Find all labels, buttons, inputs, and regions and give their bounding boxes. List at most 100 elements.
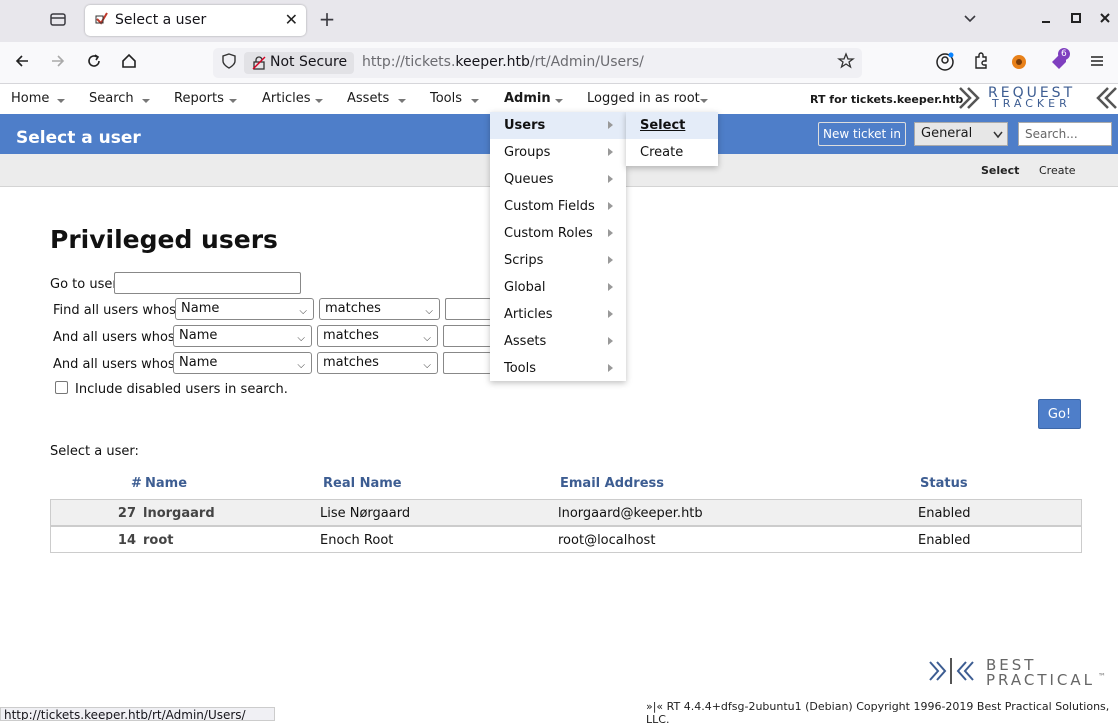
criteria-op-select-2[interactable]: matches ⌵	[317, 325, 438, 347]
menu-item-label: Custom Roles	[504, 226, 593, 241]
subnav-create[interactable]: Create	[1039, 164, 1076, 177]
col-header-id[interactable]: #	[131, 476, 142, 491]
criteria-field-select-1[interactable]: Name ⌵	[175, 298, 314, 320]
back-icon[interactable]	[11, 52, 33, 74]
user-status: Enabled	[918, 533, 971, 548]
url-text[interactable]: http://tickets.keeper.htb/rt/Admin/Users…	[362, 54, 644, 70]
quick-search-input[interactable]: Search...	[1018, 122, 1112, 146]
shield-icon[interactable]	[218, 52, 240, 74]
hamburger-menu-icon[interactable]	[1086, 52, 1108, 74]
extension-tag-icon[interactable]: 6	[1048, 48, 1070, 74]
users-submenu-create[interactable]: Create	[626, 139, 718, 166]
admin-menu-assets[interactable]: Assets	[490, 328, 626, 355]
criteria-op-select-1[interactable]: matches ⌵	[319, 298, 440, 320]
user-id[interactable]: 14	[96, 533, 136, 548]
admin-menu-custom-roles[interactable]: Custom Roles	[490, 220, 626, 247]
chevron-down-icon: ⌵	[425, 306, 433, 317]
admin-menu-groups[interactable]: Groups	[490, 139, 626, 166]
admin-menu-articles[interactable]: Articles	[490, 301, 626, 328]
go-to-user-label: Go to user	[50, 277, 118, 292]
admin-menu-custom-fields[interactable]: Custom Fields	[490, 193, 626, 220]
rt-favicon-icon	[95, 12, 108, 25]
nav-articles[interactable]: Articles	[262, 91, 310, 106]
criteria-value-input-1[interactable]	[445, 298, 491, 320]
bookmark-star-icon[interactable]	[835, 52, 857, 74]
logo-tracker: TRACKER	[992, 97, 1071, 110]
select-value: matches	[323, 355, 379, 370]
criteria-value-input-3[interactable]	[443, 352, 491, 374]
subnav-select[interactable]: Select	[981, 164, 1019, 177]
browser-tab-bar: Select a user ✕ +	[0, 0, 1118, 42]
nav-assets[interactable]: Assets	[347, 91, 389, 106]
tab-overview-icon[interactable]	[47, 10, 69, 32]
users-submenu-select[interactable]: Select	[626, 112, 718, 139]
admin-menu-global[interactable]: Global	[490, 274, 626, 301]
forward-icon[interactable]	[47, 52, 69, 74]
user-name-link[interactable]: root	[143, 533, 174, 548]
window-maximize-icon[interactable]	[1065, 10, 1087, 32]
broken-lock-icon	[252, 56, 266, 70]
page-title: Privileged users	[50, 225, 278, 254]
select-value: Name	[179, 328, 218, 343]
col-header-name[interactable]: Name	[145, 476, 187, 491]
menu-item-label: Tools	[504, 361, 537, 376]
account-icon[interactable]	[934, 52, 956, 74]
home-icon[interactable]	[118, 52, 140, 74]
nav-reports[interactable]: Reports	[174, 91, 224, 106]
col-header-status[interactable]: Status	[920, 476, 968, 491]
chevron-right-icon	[608, 148, 613, 156]
rt-main-nav: Home Search Reports Articles Assets Tool…	[0, 85, 1118, 114]
tab-title: Select a user	[115, 12, 207, 28]
menu-item-label: Create	[640, 145, 684, 160]
reload-icon[interactable]	[83, 52, 105, 74]
user-id[interactable]: 27	[96, 506, 136, 521]
foxyproxy-extension-icon[interactable]	[1008, 52, 1030, 74]
not-secure-badge[interactable]: Not Secure	[244, 52, 354, 74]
nav-logged-in[interactable]: Logged in as root	[587, 91, 700, 106]
chevron-down-icon	[555, 99, 563, 103]
window-minimize-icon[interactable]	[1035, 10, 1057, 32]
nav-admin[interactable]: Admin	[504, 91, 551, 106]
criteria-value-input-2[interactable]	[443, 325, 491, 347]
browser-tab-active[interactable]: Select a user ✕	[85, 5, 306, 36]
and-users-label-2: And all users whose	[53, 357, 183, 372]
criteria-field-select-3[interactable]: Name ⌵	[173, 352, 312, 374]
admin-menu-tools[interactable]: Tools	[490, 355, 626, 382]
chevron-down-icon: ⌵	[423, 333, 431, 344]
admin-menu-scrips[interactable]: Scrips	[490, 247, 626, 274]
extensions-puzzle-icon[interactable]	[970, 52, 992, 74]
include-disabled-label: Include disabled users in search.	[75, 382, 288, 397]
new-tab-icon[interactable]: +	[316, 9, 338, 31]
chevron-down-icon: ⌵	[299, 306, 307, 317]
new-ticket-button[interactable]: New ticket in	[818, 122, 906, 146]
select-user-label: Select a user:	[50, 444, 139, 459]
col-header-real-name[interactable]: Real Name	[323, 476, 402, 491]
criteria-op-select-3[interactable]: matches ⌵	[317, 352, 438, 374]
request-tracker-logo: REQUEST TRACKER	[958, 85, 1118, 110]
nav-search[interactable]: Search	[89, 91, 134, 106]
menu-item-label: Scrips	[504, 253, 544, 268]
include-disabled-checkbox[interactable]	[55, 381, 68, 394]
chevron-down-icon	[398, 99, 406, 103]
find-users-label: Find all users whose	[53, 303, 184, 318]
go-to-user-input[interactable]	[114, 272, 301, 294]
select-value: matches	[323, 328, 379, 343]
chevron-right-icon	[608, 202, 613, 210]
nav-tools[interactable]: Tools	[430, 91, 462, 106]
users-submenu: Select Create	[626, 112, 718, 166]
chevron-right-icon	[608, 337, 613, 345]
go-button[interactable]: Go!	[1038, 399, 1081, 429]
user-name-link[interactable]: lnorgaard	[143, 506, 215, 521]
col-header-email[interactable]: Email Address	[560, 476, 664, 491]
admin-menu-queues[interactable]: Queues	[490, 166, 626, 193]
nav-home[interactable]: Home	[11, 91, 49, 106]
tab-list-chevron-icon[interactable]	[959, 10, 981, 32]
queue-select[interactable]: General	[914, 122, 1008, 146]
window-close-icon[interactable]	[1094, 10, 1116, 32]
logo-practical: PRACTICAL	[986, 671, 1096, 689]
select-value: Name	[179, 355, 218, 370]
tab-close-icon[interactable]: ✕	[285, 10, 298, 29]
admin-menu-users[interactable]: Users	[490, 112, 626, 139]
criteria-field-select-2[interactable]: Name ⌵	[173, 325, 312, 347]
admin-dropdown-menu: Users Groups Queues Custom Fields Custom…	[490, 112, 626, 381]
